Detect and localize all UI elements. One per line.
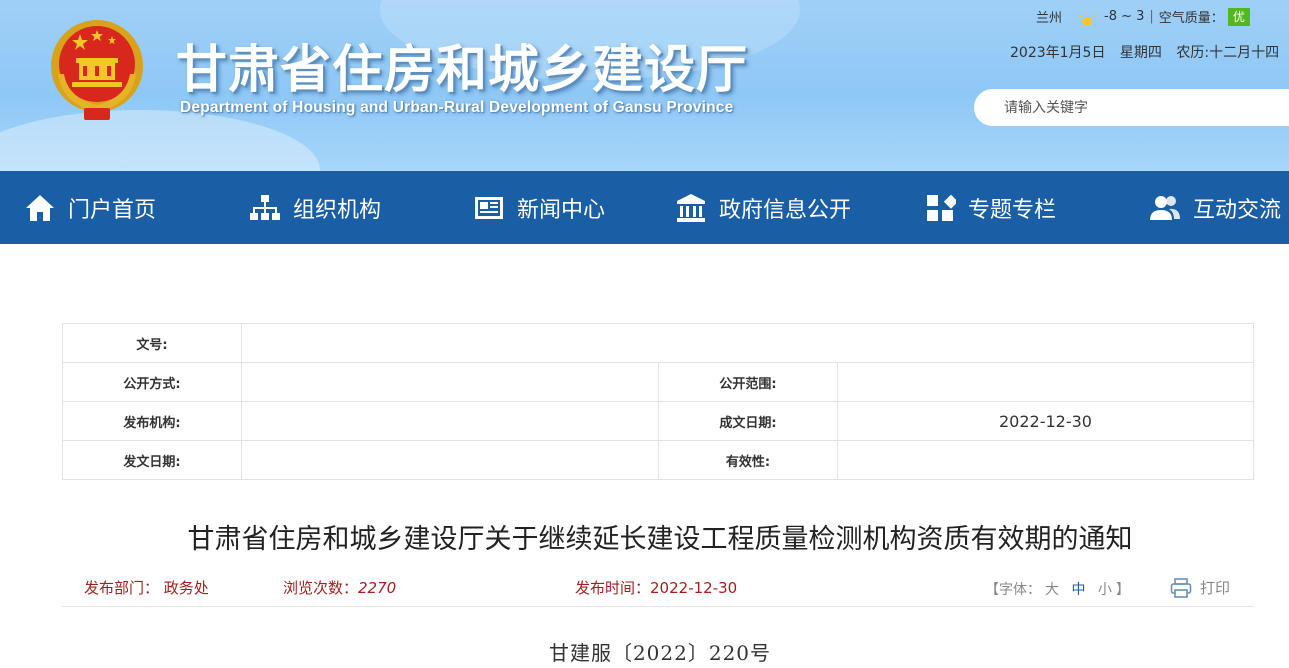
main-nav: 门户首页 组织机构 新闻中心 政府信息公开 专题专栏 互动交流: [0, 171, 1289, 244]
nav-item-news[interactable]: 新闻中心: [473, 171, 605, 244]
dept-label: 发布部门：: [84, 579, 160, 597]
font-small-button[interactable]: 小: [1098, 582, 1112, 598]
gregorian-date: 2023年1月5日: [1010, 45, 1106, 61]
site-title: 甘肃省住房和城乡建设厅: [176, 41, 749, 100]
nav-label: 新闻中心: [517, 197, 606, 223]
site-header: 甘肃省住房和城乡建设厅 Department of Housing and Ur…: [0, 0, 1289, 171]
news-icon: [475, 196, 503, 219]
document-number: 甘建服〔2022〕220号: [548, 641, 772, 665]
nav-label: 互动交流: [1193, 197, 1282, 223]
org-chart-icon: [250, 194, 280, 220]
air-quality-label: 空气质量：: [1158, 11, 1224, 26]
views-value: 2270: [358, 579, 397, 597]
publisher-label: 发布机构:: [62, 401, 242, 441]
print-button[interactable]: 打印: [1170, 577, 1230, 598]
nav-item-organization[interactable]: 组织机构: [249, 171, 381, 244]
national-emblem-icon: [51, 20, 143, 120]
print-label: 打印: [1200, 579, 1231, 597]
document-info-table: 文号: 公开方式: 公开范围: 发布机构: 成文日期: 2022-12-30 发…: [62, 323, 1254, 480]
table-row: 发布机构: 成文日期: 2022-12-30: [62, 401, 1254, 441]
publish-department: 发布部门： 政务处: [84, 577, 209, 598]
search-input[interactable]: [974, 89, 1289, 126]
nav-label: 专题专栏: [968, 197, 1057, 223]
air-quality-badge: 优: [1227, 7, 1250, 26]
nav-item-home[interactable]: 门户首页: [24, 171, 156, 244]
issue-date-value: [241, 440, 659, 480]
dept-value: 政务处: [163, 579, 209, 597]
nav-item-gov-info[interactable]: 政府信息公开: [675, 171, 851, 244]
font-size-control: 【字体：大 中 小】: [985, 579, 1130, 599]
font-large-button[interactable]: 大: [1045, 582, 1059, 598]
public-scope-value: [837, 362, 1254, 402]
date-display: 2023年1月5日 星期四 农历:十二月十四: [1010, 42, 1289, 62]
table-row: 发文日期: 有效性:: [62, 440, 1254, 480]
site-subtitle: Department of Housing and Urban-Rural De…: [180, 99, 734, 116]
font-medium-button[interactable]: 中: [1071, 582, 1085, 598]
table-row: 文号:: [62, 323, 1254, 363]
written-date-label: 成文日期:: [658, 401, 838, 441]
nav-item-special-topics[interactable]: 专题专栏: [924, 171, 1056, 244]
bracket-close: 】: [1115, 582, 1130, 598]
nav-label: 政府信息公开: [719, 197, 852, 223]
written-date-value: 2022-12-30: [837, 401, 1254, 441]
public-mode-label: 公开方式:: [62, 362, 242, 402]
table-row: 公开方式: 公开范围:: [62, 362, 1254, 402]
nav-item-interaction[interactable]: 互动交流: [1149, 171, 1281, 244]
weather-widget: 兰州 -8 ~ 3 | 空气质量： 优: [1036, 7, 1250, 26]
weather-sun-icon: [1078, 10, 1096, 25]
publish-time: 发布时间：2022-12-30: [575, 577, 737, 598]
divider: [62, 606, 1254, 607]
public-mode-value: [241, 362, 659, 402]
issue-date-label: 发文日期:: [62, 440, 242, 480]
doc-number-value: [241, 323, 1254, 363]
time-value: 2022-12-30: [650, 579, 738, 597]
grid-squares-icon: [927, 194, 956, 221]
doc-number-label: 文号:: [62, 323, 242, 363]
publisher-value: [241, 401, 659, 441]
article-title: 甘肃省住房和城乡建设厅关于继续延长建设工程质量检测机构资质有效期的通知: [187, 524, 1133, 555]
government-building-icon: [677, 193, 705, 222]
validity-value: [837, 440, 1254, 480]
weather-temperature: -8 ~ 3: [1104, 9, 1145, 24]
users-icon: [1150, 195, 1180, 220]
time-label: 发布时间：: [575, 579, 651, 597]
nav-label: 组织机构: [293, 197, 382, 223]
views-label: 浏览次数：: [283, 579, 359, 597]
public-scope-label: 公开范围:: [658, 362, 838, 402]
view-count: 浏览次数：2270: [283, 577, 396, 598]
weather-separator: |: [1149, 9, 1154, 24]
weekday: 星期四: [1119, 45, 1162, 61]
printer-icon: [1170, 577, 1192, 598]
lunar-date: 农历:十二月十四: [1176, 45, 1280, 61]
bracket-open: 【: [985, 582, 999, 598]
font-label: 字体：: [999, 582, 1041, 598]
nav-label: 门户首页: [68, 197, 157, 223]
weather-city: 兰州: [1036, 11, 1063, 26]
home-icon: [26, 194, 54, 221]
validity-label: 有效性:: [658, 440, 838, 480]
